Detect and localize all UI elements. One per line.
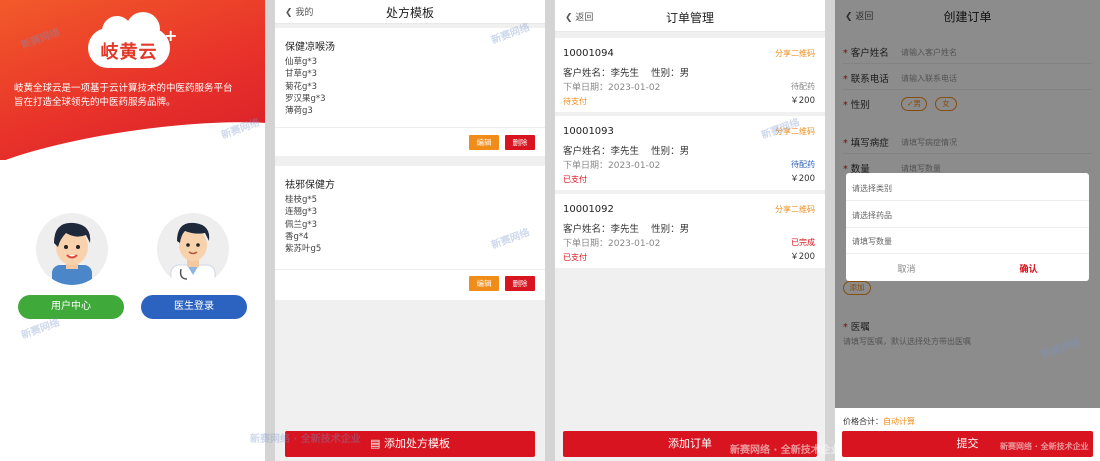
herb-item: 紫苏叶g5: [285, 244, 322, 255]
panel-gap: [265, 0, 275, 461]
add-template-label: 添加处方模板: [383, 437, 450, 450]
template-name: 保健凉喉汤: [285, 42, 335, 53]
page-title: 处方模板: [385, 6, 434, 20]
herb-item: 薄荷g3: [285, 106, 313, 117]
herb-item: 连翘g*3: [285, 207, 318, 218]
home-screen: 岐黄云 + 岐黄全球云是一项基于云计算技术的中医药服务平台 旨在打造全球领先的中…: [0, 0, 265, 461]
order-id: 10001094: [563, 48, 614, 59]
hero-description: 岐黄全球云是一项基于云计算技术的中医药服务平台 旨在打造全球领先的中医药服务品牌…: [14, 82, 254, 110]
order-card[interactable]: 10001092 分享二维码 客户姓名：李先生 性别：男 下单日期：2023-0…: [555, 194, 825, 268]
doctor-login-button[interactable]: 医生登录: [141, 295, 247, 319]
confirm-button[interactable]: 确认: [968, 262, 1089, 275]
watermark: 新赛网络 · 全新技术企业: [730, 445, 841, 456]
desc-line-2: 旨在打造全球领先的中医药服务品牌。: [14, 97, 176, 108]
herb-item: 仙草g*3: [285, 57, 318, 67]
panel-gap: [545, 0, 555, 461]
payment-status: 已支付: [563, 253, 587, 262]
order-price: ￥200: [790, 96, 815, 106]
divider: [846, 253, 1089, 254]
watermark: 新赛网络 · 全新技术企业: [250, 434, 361, 445]
watermark: 新赛网络 · 全新技术企业: [1000, 442, 1089, 451]
divider: [275, 127, 545, 128]
document-icon: ▤: [370, 437, 381, 450]
payment-status: 已支付: [563, 175, 587, 184]
cancel-button[interactable]: 取消: [846, 262, 967, 275]
user-avatar: [36, 213, 108, 285]
user-center-button[interactable]: 用户中心: [18, 295, 124, 319]
desc-line-1: 岐黄全球云是一项基于云计算技术的中医药服务平台: [14, 83, 233, 94]
doctor-avatar-icon: [170, 222, 216, 285]
create-order-screen: ❮ 返回 创建订单 * 客户姓名 请输入客户姓名 * 联系电话 请输入联系电话 …: [835, 0, 1100, 461]
drug-select[interactable]: 请选择药品: [852, 210, 892, 221]
customer-name: 客户姓名：李先生: [563, 224, 640, 235]
edit-button[interactable]: 编辑: [469, 135, 499, 150]
order-id: 10001092: [563, 204, 614, 215]
order-price: ￥200: [790, 174, 815, 184]
delete-button[interactable]: 删除: [505, 276, 535, 291]
template-card: 保健凉喉汤 仙草g*3 甘草g*3 菊花g*3 罗汉果g*3 薄荷g3 编辑 删…: [275, 28, 545, 156]
order-id: 10001093: [563, 126, 614, 137]
price-value: 自动计算: [883, 417, 915, 426]
order-status: 已完成: [791, 238, 815, 247]
doctor-avatar: [157, 213, 229, 285]
order-price: ￥200: [790, 252, 815, 262]
order-management-screen: ❮ 返回 订单管理 10001094 分享二维码 客户姓名：李先生 性别：男 下…: [555, 0, 825, 461]
customer-info: 客户姓名：李先生 性别：男: [563, 143, 689, 157]
order-date: 下单日期：2023-01-02: [563, 161, 661, 171]
quantity-input[interactable]: 请填写数量: [852, 236, 892, 247]
add-drug-modal: 请选择类别 请选择药品 请填写数量 取消 确认: [846, 173, 1089, 281]
order-card[interactable]: 10001094 分享二维码 客户姓名：李先生 性别：男 下单日期：2023-0…: [555, 38, 825, 112]
customer-info: 客户姓名：李先生 性别：男: [563, 221, 689, 235]
herb-item: 佩兰g*3: [285, 219, 318, 230]
share-qrcode-link[interactable]: 分享二维码: [775, 48, 815, 59]
user-avatar-icon: [52, 222, 92, 285]
customer-name: 客户姓名：李先生: [563, 68, 640, 79]
herb-item: 甘草g*3: [285, 69, 318, 80]
order-status: 待配药: [791, 160, 815, 169]
panel-gap: [825, 0, 835, 461]
herb-item: 菊花g*3: [285, 81, 318, 92]
footer-bar: 价格合计：自动计算 提交: [835, 408, 1100, 461]
herb-list: 桂枝g*5 连翘g*3 佩兰g*3 香g*4 紫苏叶g5: [285, 194, 321, 255]
template-name: 祛邪保健方: [285, 180, 335, 191]
share-qrcode-link[interactable]: 分享二维码: [775, 204, 815, 215]
payment-status: 待支付: [563, 97, 587, 106]
divider: [275, 269, 545, 270]
nav-bar: ❮ 返回 订单管理: [555, 0, 825, 32]
order-date: 下单日期：2023-01-02: [563, 83, 661, 93]
customer-info: 客户姓名：李先生 性别：男: [563, 65, 689, 79]
customer-gender: 性别：男: [651, 146, 690, 157]
price-total: 价格合计：自动计算: [843, 416, 915, 427]
customer-gender: 性别：男: [651, 68, 690, 79]
delete-button[interactable]: 删除: [505, 135, 535, 150]
herb-item: 罗汉果g*3: [285, 93, 326, 104]
customer-gender: 性别：男: [651, 224, 690, 235]
page-title: 订单管理: [665, 11, 714, 25]
price-label: 价格合计：: [843, 417, 883, 426]
herb-item: 桂枝g*5: [285, 195, 318, 205]
customer-name: 客户姓名：李先生: [563, 146, 640, 157]
divider: [846, 227, 1089, 228]
nav-bar: ❮ 我的 处方模板: [275, 0, 545, 24]
herb-list: 仙草g*3 甘草g*3 菊花g*3 罗汉果g*3 薄荷g3: [285, 56, 326, 117]
herb-item: 香g*4: [285, 231, 309, 242]
logo-text: 岐黄云: [100, 42, 158, 63]
edit-button[interactable]: 编辑: [469, 276, 499, 291]
category-select[interactable]: 请选择类别: [852, 183, 892, 194]
divider: [846, 200, 1089, 201]
order-date: 下单日期：2023-01-02: [563, 239, 661, 249]
order-status: 待配药: [791, 82, 815, 91]
